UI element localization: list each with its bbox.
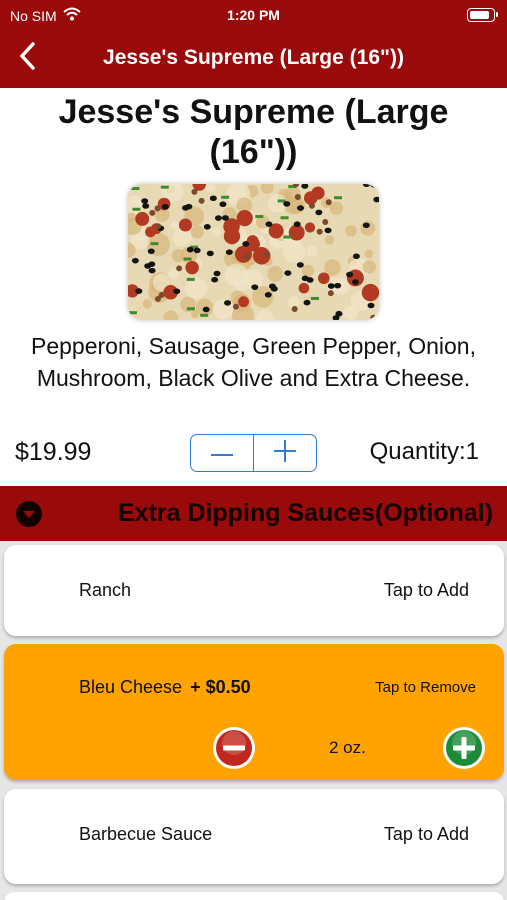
option-name: Ranch bbox=[79, 580, 132, 600]
status-time: 1:20 PM bbox=[227, 7, 280, 23]
option-bleu-cheese[interactable]: Bleu Cheese + $0.50 Tap to Remove 2 oz. bbox=[4, 644, 504, 780]
top-bar: No SIM 1:20 PM Jesse's Supreme (Large (1… bbox=[0, 0, 507, 88]
option-next[interactable] bbox=[4, 892, 504, 900]
decrease-quantity-button[interactable] bbox=[191, 435, 253, 471]
option-name: Barbecue Sauce bbox=[79, 824, 213, 844]
portion-size: 2 oz. bbox=[329, 738, 366, 757]
battery-icon bbox=[467, 8, 498, 22]
quantity-label: Quantity:1 bbox=[369, 438, 479, 465]
addon-price: + $0.50 bbox=[190, 677, 251, 697]
remove-circle-icon[interactable] bbox=[212, 726, 256, 770]
option-name-group: Bleu Cheese + $0.50 bbox=[79, 677, 251, 698]
pizza-photo bbox=[128, 184, 379, 320]
increase-quantity-button[interactable] bbox=[253, 435, 316, 471]
nav-title: Jesse's Supreme (Large (16")) bbox=[103, 46, 404, 69]
option-ranch[interactable]: Ranch Tap to Add bbox=[4, 545, 504, 636]
dipping-sauces-section-header[interactable]: Extra Dipping Sauces(Optional) bbox=[0, 486, 507, 541]
option-name: Bleu Cheese bbox=[79, 677, 183, 697]
battery-level bbox=[470, 11, 489, 19]
navigation-bar: Jesse's Supreme (Large (16")) bbox=[0, 30, 507, 88]
add-circle-icon[interactable] bbox=[442, 726, 486, 770]
status-bar: No SIM 1:20 PM bbox=[0, 0, 507, 30]
tap-to-remove-label[interactable]: Tap to Remove bbox=[375, 679, 476, 696]
product-description: Pepperoni, Sausage, Green Pepper, Onion,… bbox=[31, 333, 476, 391]
tap-to-add-label[interactable]: Tap to Add bbox=[384, 824, 469, 845]
plus-icon bbox=[274, 439, 296, 467]
sauce-options-list: Ranch Tap to Add Bleu Cheese + $0.50 Tap … bbox=[0, 541, 507, 900]
product-price: $19.99 bbox=[15, 438, 92, 466]
product-title: Jesse's Supreme (Large (16")) bbox=[58, 93, 449, 171]
tap-to-add-label[interactable]: Tap to Add bbox=[384, 580, 469, 601]
option-barbecue-sauce[interactable]: Barbecue Sauce Tap to Add bbox=[4, 789, 504, 884]
collapse-arrow-icon[interactable] bbox=[15, 500, 43, 528]
minus-icon bbox=[211, 444, 233, 462]
quantity-stepper bbox=[190, 434, 317, 472]
section-title: Extra Dipping Sauces(Optional) bbox=[118, 499, 494, 527]
